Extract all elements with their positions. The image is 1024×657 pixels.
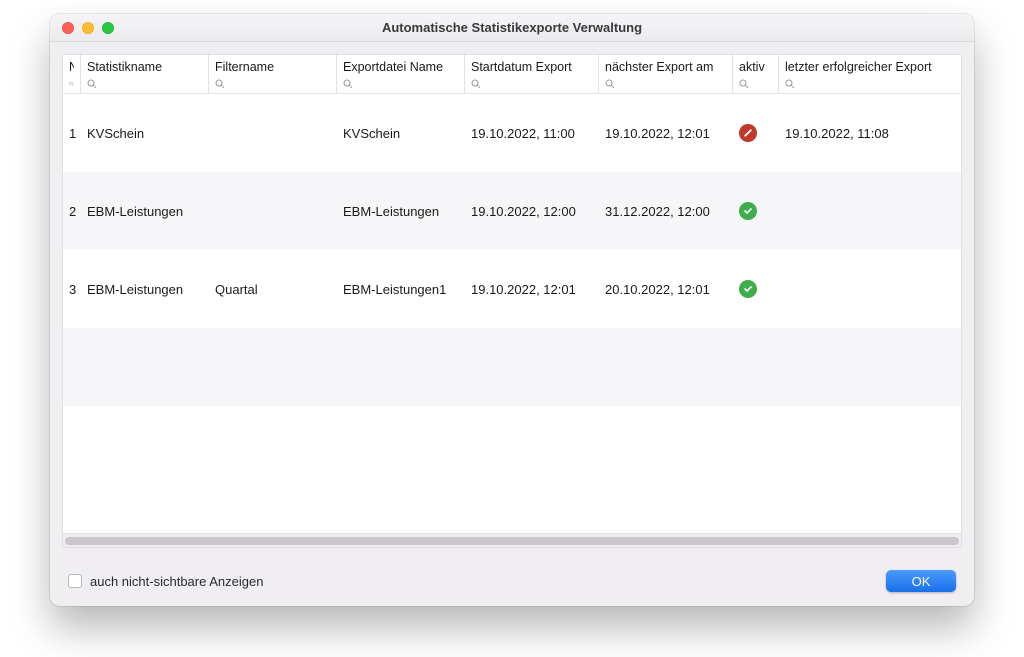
cell-naechster: 20.10.2022, 12:01: [599, 282, 733, 297]
col-header-filtername[interactable]: Filtername: [209, 55, 337, 93]
prohibited-circle-icon: [739, 124, 757, 142]
close-icon[interactable]: [62, 22, 74, 34]
col-header-aktiv[interactable]: aktiv: [733, 55, 779, 93]
cell-n: 3: [63, 282, 81, 297]
search-icon[interactable]: [87, 77, 202, 91]
col-header-label: Filtername: [215, 59, 330, 75]
dialog-footer: auch nicht-sichtbare Anzeigen OK: [50, 556, 974, 606]
horizontal-scrollbar[interactable]: [63, 533, 961, 547]
cell-startdatum: 19.10.2022, 12:01: [465, 282, 599, 297]
window-traffic-lights: [62, 22, 114, 34]
cell-exportdatei: KVSchein: [337, 126, 465, 141]
scrollbar-thumb[interactable]: [65, 537, 959, 545]
table-container: N Statistikname Filtername: [62, 54, 962, 548]
cell-naechster: 19.10.2022, 12:01: [599, 126, 733, 141]
col-header-label: nächster Export am: [605, 59, 726, 75]
cell-aktiv: [733, 124, 779, 142]
check-circle-icon: [739, 280, 757, 298]
search-icon[interactable]: [69, 77, 74, 91]
search-icon[interactable]: [785, 77, 955, 91]
search-icon[interactable]: [605, 77, 726, 91]
cell-aktiv: [733, 202, 779, 220]
col-header-startdatum[interactable]: Startdatum Export: [465, 55, 599, 93]
col-header-exportdatei[interactable]: Exportdatei Name: [337, 55, 465, 93]
col-header-label: letzter erfolgreicher Export: [785, 59, 955, 75]
col-header-label: N: [69, 59, 74, 75]
col-header-label: Exportdatei Name: [343, 59, 458, 75]
ok-button[interactable]: OK: [886, 570, 956, 592]
titlebar: Automatische Statistikexporte Verwaltung: [50, 14, 974, 42]
check-circle-icon: [739, 202, 757, 220]
cell-statistikname: EBM-Leistungen: [81, 204, 209, 219]
search-icon[interactable]: [739, 77, 772, 91]
table-row[interactable]: 3EBM-LeistungenQuartalEBM-Leistungen119.…: [63, 250, 961, 328]
cell-letzter: 19.10.2022, 11:08: [779, 126, 961, 141]
cell-n: 2: [63, 204, 81, 219]
table-body: 1KVScheinKVSchein19.10.2022, 11:0019.10.…: [63, 94, 961, 533]
minimize-icon[interactable]: [82, 22, 94, 34]
cell-startdatum: 19.10.2022, 12:00: [465, 204, 599, 219]
cell-exportdatei: EBM-Leistungen1: [337, 282, 465, 297]
checkbox-label: auch nicht-sichtbare Anzeigen: [90, 574, 263, 589]
checkbox-box-icon: [68, 574, 82, 588]
window-title: Automatische Statistikexporte Verwaltung: [50, 20, 974, 35]
col-header-naechster[interactable]: nächster Export am: [599, 55, 733, 93]
zoom-icon[interactable]: [102, 22, 114, 34]
table-row[interactable]: 2EBM-LeistungenEBM-Leistungen19.10.2022,…: [63, 172, 961, 250]
dialog-window: Automatische Statistikexporte Verwaltung…: [50, 14, 974, 606]
col-header-statistikname[interactable]: Statistikname: [81, 55, 209, 93]
show-hidden-checkbox[interactable]: auch nicht-sichtbare Anzeigen: [68, 574, 263, 589]
cell-naechster: 31.12.2022, 12:00: [599, 204, 733, 219]
cell-statistikname: KVSchein: [81, 126, 209, 141]
table-header: N Statistikname Filtername: [63, 55, 961, 94]
cell-n: 1: [63, 126, 81, 141]
search-icon[interactable]: [471, 77, 592, 91]
col-header-letzter[interactable]: letzter erfolgreicher Export: [779, 55, 961, 93]
search-icon[interactable]: [215, 77, 330, 91]
col-header-label: aktiv: [739, 59, 772, 75]
table-row[interactable]: 1KVScheinKVSchein19.10.2022, 11:0019.10.…: [63, 94, 961, 172]
cell-statistikname: EBM-Leistungen: [81, 282, 209, 297]
col-header-label: Statistikname: [87, 59, 202, 75]
cell-exportdatei: EBM-Leistungen: [337, 204, 465, 219]
cell-startdatum: 19.10.2022, 11:00: [465, 126, 599, 141]
search-icon[interactable]: [343, 77, 458, 91]
cell-filtername: Quartal: [209, 282, 337, 297]
cell-aktiv: [733, 280, 779, 298]
table-row: [63, 328, 961, 406]
table-row: [63, 406, 961, 484]
col-header-label: Startdatum Export: [471, 59, 592, 75]
col-header-n[interactable]: N: [63, 55, 81, 93]
